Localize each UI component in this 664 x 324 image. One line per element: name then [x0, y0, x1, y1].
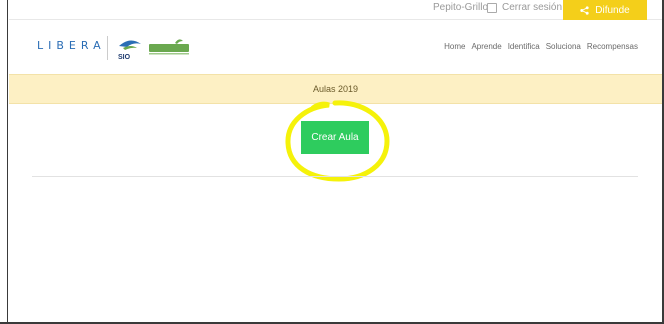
- nav-item-aprende[interactable]: Aprende: [471, 42, 501, 51]
- create-classroom-button[interactable]: Crear Aula: [301, 121, 369, 154]
- user-name[interactable]: Pepito-Grillo: [433, 2, 488, 13]
- nav-item-recompensas[interactable]: Recompensas: [587, 42, 638, 51]
- seo-birdlife-logo: SIO: [118, 40, 141, 61]
- logout-link[interactable]: Cerrar sesión: [487, 2, 562, 13]
- share-label: Difunde: [595, 4, 630, 16]
- logout-label: Cerrar sesión: [502, 2, 563, 13]
- logo-separator: [107, 36, 108, 60]
- window-left-edge: [0, 0, 8, 324]
- ecoembes-logo: [149, 39, 189, 55]
- main-nav: Home Aprende Identifica Soluciona Recomp…: [444, 42, 638, 51]
- content-divider: [32, 176, 638, 177]
- page-title-band: Aulas 2019: [9, 74, 662, 104]
- libera-logo[interactable]: LIBERA: [37, 39, 106, 52]
- partner-logo-text: SIO: [118, 54, 131, 61]
- share-icon: [580, 5, 589, 15]
- page-title: Aulas 2019: [312, 84, 359, 94]
- top-bar: Pepito-Grillo Cerrar sesión Difunde: [9, 0, 662, 20]
- logout-icon: [487, 2, 497, 13]
- nav-item-home[interactable]: Home: [444, 42, 465, 51]
- nav-item-identifica[interactable]: Identifica: [508, 42, 540, 51]
- share-button[interactable]: Difunde: [563, 0, 647, 20]
- site-header: LIBERA SIO Home Aprende Identifica Soluc…: [9, 20, 662, 74]
- nav-item-soluciona[interactable]: Soluciona: [546, 42, 581, 51]
